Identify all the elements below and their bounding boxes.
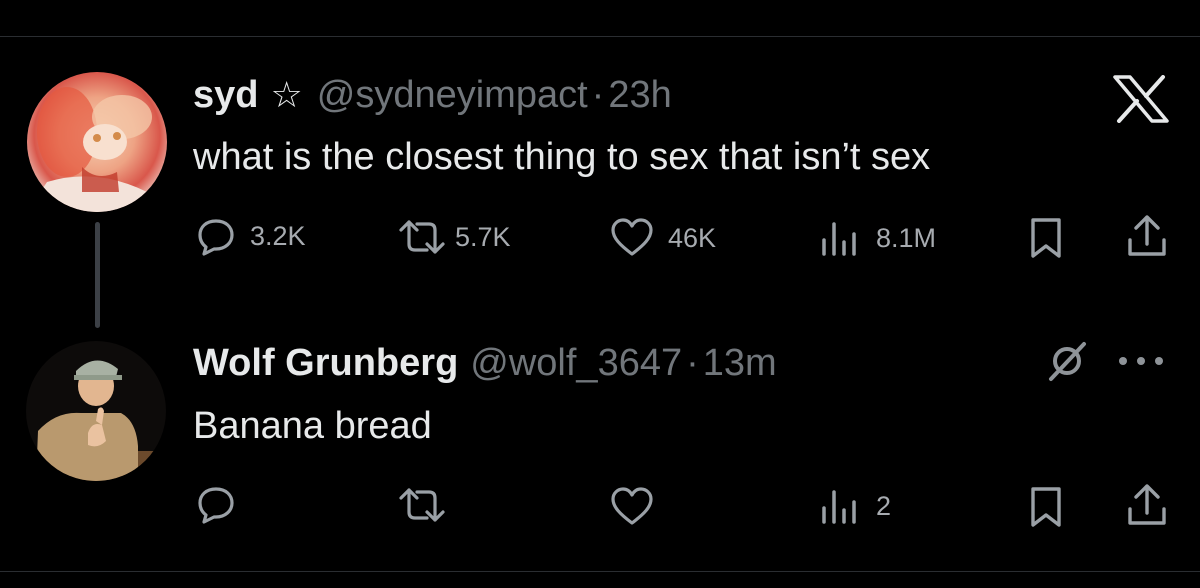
tweet2-view-count: 2 <box>876 490 892 521</box>
tweet1-share-button[interactable] <box>1126 214 1168 258</box>
tweet2-share-button[interactable] <box>1126 483 1168 527</box>
tweet1-reply-count: 3.2K <box>250 220 306 251</box>
reply-icon <box>196 216 236 256</box>
tweet1-bookmark-button[interactable] <box>1030 217 1062 259</box>
tweet2-bookmark-button[interactable] <box>1030 486 1062 528</box>
tweet1-handle[interactable]: @sydneyimpact <box>317 74 588 117</box>
tweet2-time[interactable]: 13m <box>703 342 777 385</box>
thread-line <box>95 222 100 328</box>
tweet2-repost-button[interactable] <box>397 486 461 524</box>
x-logo-icon <box>1113 75 1169 128</box>
star-icon: ☆ <box>270 74 303 115</box>
avatar-wolf[interactable] <box>26 341 166 481</box>
tweet2-reply-button[interactable] <box>196 484 250 524</box>
more-button[interactable] <box>1117 355 1165 367</box>
avatar-syd[interactable] <box>27 72 167 212</box>
share-icon <box>1126 483 1168 527</box>
tweet1-like-button[interactable]: 46K <box>610 218 716 258</box>
tweet2-separator: · <box>686 342 699 384</box>
bottom-divider <box>0 571 1200 572</box>
reply-icon <box>196 484 236 524</box>
tweet1-reply-button[interactable]: 3.2K <box>196 216 306 256</box>
repost-icon <box>397 486 447 524</box>
tweet1-like-count: 46K <box>668 222 717 253</box>
tweet2-views-button[interactable]: 2 <box>820 488 891 524</box>
tweet1-header: syd ☆ @sydneyimpact · 23h <box>193 74 672 117</box>
bookmark-icon <box>1030 217 1062 259</box>
heart-icon <box>610 218 654 258</box>
tweet1-views-button[interactable]: 8.1M <box>820 220 936 256</box>
repost-icon <box>397 218 447 256</box>
tweet1-time[interactable]: 23h <box>608 74 671 117</box>
tweet1-text: what is the closest thing to sex that is… <box>193 136 931 178</box>
tweet1-author-name[interactable]: syd <box>193 74 258 117</box>
tweet1-separator: · <box>591 74 605 116</box>
tweet2-like-button[interactable] <box>610 487 668 527</box>
tweet1-repost-count: 5.7K <box>455 221 511 252</box>
share-icon <box>1126 214 1168 258</box>
tweet2-handle[interactable]: @wolf_3647 <box>470 342 682 385</box>
tweet2-text: Banana bread <box>193 405 432 447</box>
more-icon <box>1117 355 1165 367</box>
tweet1-view-count: 8.1M <box>876 222 937 253</box>
heart-icon <box>610 487 654 527</box>
views-icon <box>820 220 860 256</box>
grok-icon <box>1046 340 1088 382</box>
views-icon <box>820 488 860 524</box>
grok-button[interactable] <box>1046 340 1088 382</box>
top-divider <box>0 36 1200 37</box>
tweet1-repost-button[interactable]: 5.7K <box>397 218 511 256</box>
tweet2-author-name[interactable]: Wolf Grunberg <box>193 342 458 385</box>
tweet2-header: Wolf Grunberg @wolf_3647 · 13m <box>193 342 777 385</box>
bookmark-icon <box>1030 486 1062 528</box>
